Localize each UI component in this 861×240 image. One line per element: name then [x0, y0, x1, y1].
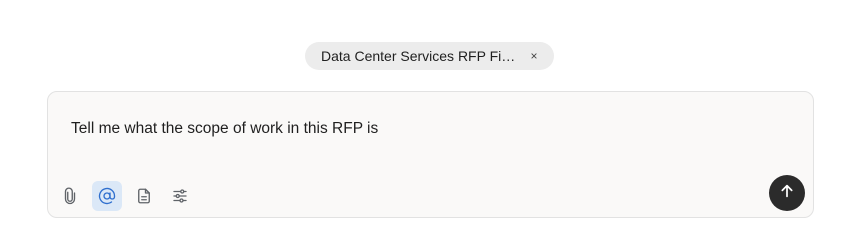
- close-icon[interactable]: ×: [526, 48, 542, 64]
- send-button[interactable]: [769, 175, 805, 211]
- document-icon: [135, 187, 153, 205]
- attach-button[interactable]: [55, 181, 85, 211]
- mention-button[interactable]: [92, 181, 122, 211]
- paperclip-icon: [61, 187, 79, 205]
- arrow-up-icon: [779, 183, 795, 204]
- attachment-label: Data Center Services RFP Fi…: [321, 48, 516, 64]
- prompt-input[interactable]: Tell me what the scope of work in this R…: [71, 120, 378, 138]
- sliders-icon: [171, 187, 189, 205]
- attachment-chip[interactable]: Data Center Services RFP Fi… ×: [305, 42, 554, 70]
- settings-button[interactable]: [165, 181, 195, 211]
- document-button[interactable]: [129, 181, 159, 211]
- message-composer[interactable]: Tell me what the scope of work in this R…: [47, 91, 814, 218]
- at-mention-icon: [98, 187, 116, 205]
